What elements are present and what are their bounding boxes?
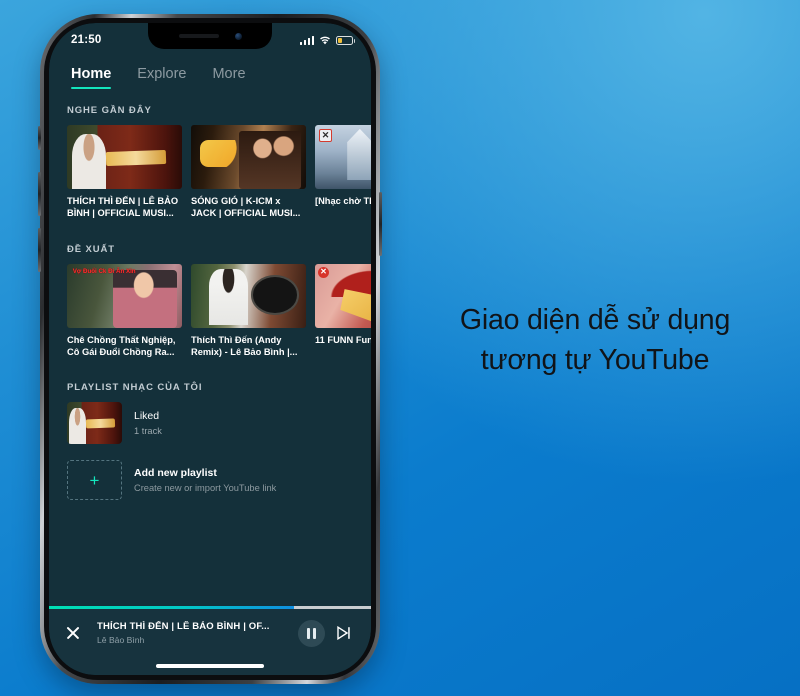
close-icon[interactable] xyxy=(65,625,81,641)
plus-icon[interactable]: + xyxy=(67,460,122,501)
promo-text: Giao diện dễ sử dụng tương tự YouTube xyxy=(405,300,785,381)
tab-more[interactable]: More xyxy=(212,66,245,89)
app-screen: 21:50 Home Explore More NGHE GẦN ĐÂY THÍ… xyxy=(49,23,371,675)
mini-player[interactable]: THÍCH THÌ ĐẾN | LÊ BẢO BÌNH | OF... Lê B… xyxy=(49,606,371,675)
thumbnail[interactable]: ✕ xyxy=(315,263,371,328)
volume-down-button[interactable] xyxy=(38,228,41,272)
section-title-playlists: PLAYLIST NHẠC CỦA TÔI xyxy=(67,382,203,394)
add-playlist-label: Add new playlist xyxy=(134,467,217,480)
video-title: Chê Chồng Thất Nghiệp, Cô Gái Đuổi Chồng… xyxy=(67,334,176,357)
thumbnail-badge-icon: ✕ xyxy=(318,266,329,278)
playback-progress-bar[interactable] xyxy=(49,606,371,609)
video-card[interactable]: Vợ Đuổi Ck Đi Ăn Xin Chê Chồng Thất Nghi… xyxy=(67,263,182,359)
video-card[interactable]: THÍCH THÌ ĐẾN | LÊ BẢO BÌNH | OFFICIAL M… xyxy=(67,125,182,220)
status-indicators xyxy=(299,35,355,45)
playlist-text: Liked 1 track xyxy=(134,410,162,436)
phone-screen-area: 21:50 Home Explore More NGHE GẦN ĐÂY THÍ… xyxy=(49,23,371,675)
suggested-row[interactable]: Vợ Đuổi Ck Đi Ăn Xin Chê Chồng Thất Nghi… xyxy=(49,263,371,359)
volume-up-button[interactable] xyxy=(38,172,41,216)
battery-low-icon xyxy=(336,35,355,45)
tab-explore[interactable]: Explore xyxy=(137,66,186,89)
video-title: 11 FUNN Funny T xyxy=(315,334,371,345)
next-track-icon[interactable] xyxy=(335,624,353,642)
add-playlist-hint: Create new or import YouTube link xyxy=(134,483,277,494)
video-card[interactable]: ✕ 11 FUNN Funny T xyxy=(315,263,371,359)
wifi-icon xyxy=(319,36,331,45)
cellular-bars-icon xyxy=(299,35,314,45)
mute-switch[interactable] xyxy=(38,126,41,150)
video-title: SÓNG GIÓ | K-ICM x JACK | OFFICIAL MUSI.… xyxy=(191,196,301,219)
add-new-playlist-item[interactable]: + Add new playlist Create new or import … xyxy=(49,444,371,501)
power-button[interactable] xyxy=(379,192,382,256)
promo-line-1: Giao diện dễ sử dụng xyxy=(459,304,731,336)
video-card[interactable]: SÓNG GIÓ | K-ICM x JACK | OFFICIAL MUSI.… xyxy=(191,125,306,220)
playlist-thumbnail xyxy=(67,402,122,445)
playlist-item-liked[interactable]: Liked 1 track xyxy=(49,402,371,445)
recent-row[interactable]: THÍCH THÌ ĐẾN | LÊ BẢO BÌNH | OFFICIAL M… xyxy=(49,125,371,220)
add-playlist-text: Add new playlist Create new or import Yo… xyxy=(134,467,276,493)
video-card[interactable]: ✕ [Nhạc chờ THẦN | M xyxy=(315,125,371,220)
home-indicator[interactable] xyxy=(156,664,264,668)
phone-mockup: 21:50 Home Explore More NGHE GẦN ĐÂY THÍ… xyxy=(38,14,382,684)
thumbnail[interactable]: Vợ Đuổi Ck Đi Ăn Xin xyxy=(67,263,182,328)
promo-line-2: tương tự YouTube xyxy=(480,344,710,377)
video-title: [Nhạc chờ THẦN | M xyxy=(315,196,371,206)
video-title: THÍCH THÌ ĐẾN | LÊ BẢO BÌNH | OFFICIAL M… xyxy=(67,196,179,219)
video-card[interactable]: Thích Thì Đến (Andy Remix) - Lê Bảo Bình… xyxy=(191,263,306,359)
now-playing-artist: Lê Bảo Bình xyxy=(97,635,145,645)
thumbnail-overlay-text: Vợ Đuổi Ck Đi Ăn Xin xyxy=(72,268,136,276)
section-title-recent: NGHE GẦN ĐÂY xyxy=(67,105,152,116)
top-tab-bar: Home Explore More xyxy=(49,53,371,89)
playback-progress-fill xyxy=(49,606,294,609)
now-playing-info[interactable]: THÍCH THÌ ĐẾN | LÊ BẢO BÌNH | OF... Lê B… xyxy=(91,621,288,645)
earpiece-speaker xyxy=(178,34,219,38)
home-indicator-area xyxy=(49,657,371,675)
pause-icon[interactable] xyxy=(298,619,325,647)
thumbnail[interactable]: ✕ xyxy=(315,125,371,189)
notch xyxy=(148,23,272,49)
thumbnail[interactable] xyxy=(67,125,182,189)
thumbnail[interactable] xyxy=(191,263,306,328)
playlist-name: Liked xyxy=(134,410,160,423)
video-title: Thích Thì Đến (Andy Remix) - Lê Bảo Bình… xyxy=(191,334,298,357)
now-playing-title: THÍCH THÌ ĐẾN | LÊ BẢO BÌNH | OF... xyxy=(97,621,270,632)
status-time: 21:50 xyxy=(71,34,102,46)
home-content[interactable]: NGHE GẦN ĐÂY THÍCH THÌ ĐẾN | LÊ BẢO BÌNH… xyxy=(49,89,371,606)
thumbnail[interactable] xyxy=(191,125,306,189)
section-title-suggested: ĐỀ XUẤT xyxy=(67,243,115,255)
tab-home[interactable]: Home xyxy=(71,66,112,89)
mini-player-body: THÍCH THÌ ĐẾN | LÊ BẢO BÌNH | OF... Lê B… xyxy=(49,609,371,657)
front-camera-icon xyxy=(234,32,242,40)
playlist-track-count: 1 track xyxy=(134,426,162,437)
thumbnail-badge-icon: ✕ xyxy=(319,129,332,142)
